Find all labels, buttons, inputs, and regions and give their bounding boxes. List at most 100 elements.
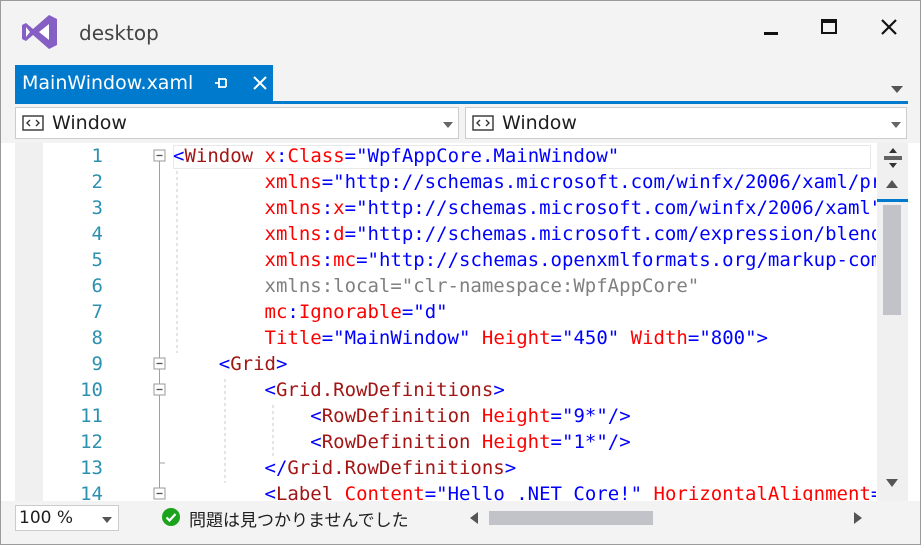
code-token: "Hello .NET Core!" — [436, 483, 643, 501]
horizontal-scroll-thumb[interactable] — [489, 511, 653, 525]
code-line[interactable]: xmlns:d="http://schemas.microsoft.com/ex… — [173, 221, 876, 247]
vertical-scrollbar[interactable] — [877, 143, 908, 501]
scroll-right-icon[interactable] — [853, 511, 863, 525]
code-line[interactable]: xmlns="http://schemas.microsoft.com/winf… — [173, 169, 876, 195]
code-token: Height — [481, 431, 551, 453]
code-token: < — [264, 483, 276, 501]
code-line[interactable]: mc:Ignorable="d" — [173, 299, 448, 325]
code-token: Ignorable — [298, 301, 402, 323]
check-circle-icon[interactable] — [161, 507, 181, 527]
tab-overflow-chevron-down-icon[interactable] — [890, 79, 904, 98]
navigation-bar: Window Window — [1, 104, 920, 142]
code-token: : — [321, 197, 334, 219]
scroll-up-icon[interactable] — [885, 179, 899, 189]
code-token: < — [310, 405, 322, 427]
code-token: = — [356, 249, 368, 271]
line-number: 11 — [80, 405, 103, 427]
code-token: RowDefinition — [321, 405, 471, 427]
code-line[interactable]: Title="MainWindow" Height="450" Width="8… — [173, 325, 768, 351]
close-icon — [881, 19, 897, 35]
code-token: < — [264, 379, 276, 401]
code-token: Label — [275, 483, 334, 501]
code-token: Grid — [230, 353, 276, 375]
code-token: /> — [607, 431, 631, 453]
code-token: = — [550, 327, 562, 349]
split-window-icon[interactable] — [877, 143, 908, 173]
type-scope-dropdown[interactable]: Window — [15, 107, 459, 139]
scroll-down-icon[interactable] — [885, 478, 899, 488]
code-token: < — [310, 431, 322, 453]
code-line[interactable]: xmlns:x="http://schemas.microsoft.com/wi… — [173, 195, 876, 221]
tab-label: MainWindow.xaml — [22, 72, 194, 94]
code-token: "9*" — [562, 405, 608, 427]
line-number: 9 — [91, 353, 103, 375]
code-token: "http://schemas.openxmlformats.org/marku… — [367, 249, 876, 271]
code-token: : — [321, 223, 334, 245]
maximize-button[interactable] — [801, 7, 857, 47]
close-icon[interactable] — [251, 74, 269, 96]
tab-mainwindow-xaml[interactable]: MainWindow.xaml — [15, 65, 273, 101]
scroll-left-icon[interactable] — [469, 511, 479, 525]
pin-icon[interactable] — [212, 74, 230, 96]
code-token: xmlns — [264, 171, 322, 193]
code-line[interactable]: <Label Content="Hello .NET Core!" Horizo… — [173, 481, 876, 501]
line-number: 3 — [91, 197, 103, 219]
code-line[interactable]: <Grid.RowDefinitions> — [173, 377, 505, 403]
code-token: = — [687, 327, 700, 349]
close-window-button[interactable] — [861, 7, 917, 47]
code-token: x — [333, 197, 345, 219]
zoom-level: 100 % — [19, 508, 74, 528]
code-token: = — [424, 483, 437, 501]
scroll-position-marker — [877, 199, 908, 202]
document-tab-strip: MainWindow.xaml — [1, 63, 920, 104]
selection-margin[interactable] — [15, 143, 43, 501]
chevron-down-icon — [443, 122, 453, 128]
code-line[interactable]: <RowDefinition Height="1*"/> — [173, 429, 631, 455]
title-bar: desktop — [1, 1, 920, 63]
code-token: = — [344, 145, 357, 167]
line-number: 4 — [91, 223, 103, 245]
code-line[interactable]: xmlns:local="clr-namespace:WpfAppCore" — [173, 273, 700, 299]
issues-status-text[interactable]: 問題は見つかりませんでした — [189, 506, 409, 531]
code-line[interactable]: xmlns:mc="http://schemas.openxmlformats.… — [173, 247, 876, 273]
code-token: Grid.RowDefinitions — [275, 379, 494, 401]
code-token: = — [401, 301, 414, 323]
code-token: d — [333, 223, 345, 245]
line-number: 5 — [91, 249, 103, 271]
line-number: 8 — [91, 327, 103, 349]
zoom-dropdown[interactable]: 100 % — [15, 505, 119, 531]
member-scope-label: Window — [502, 112, 577, 134]
code-token: > — [504, 457, 517, 479]
code-token: mc — [264, 301, 288, 323]
code-token: HorizontalAlignment — [653, 483, 871, 501]
vertical-scroll-thumb[interactable] — [883, 205, 901, 315]
code-token: xmlns:local="clr-namespace:WpfAppCore" — [264, 275, 700, 297]
code-line[interactable]: <Window x:Class="WpfAppCore.MainWindow" — [173, 143, 619, 169]
code-line[interactable]: </Grid.RowDefinitions> — [173, 455, 517, 481]
code-editor[interactable]: 1 2 3 4 5 6 7 8 9 10 11 12 13 14 <Window x:Class="Wpf… — [1, 143, 920, 505]
code-text-area[interactable]: <Window x:Class="WpfAppCore.MainWindow" … — [173, 143, 876, 501]
code-token: "d" — [413, 301, 448, 323]
line-number: 12 — [80, 431, 103, 453]
member-scope-dropdown[interactable]: Window — [465, 107, 907, 139]
chevron-down-icon — [102, 517, 112, 523]
code-token: "MainWindow" — [333, 327, 471, 349]
code-line[interactable]: <RowDefinition Height="9*"/> — [173, 403, 630, 429]
code-line[interactable]: <Grid> — [173, 351, 288, 377]
minimize-button[interactable] — [743, 7, 799, 47]
code-token: = — [321, 327, 334, 349]
code-token: Title — [264, 327, 322, 349]
